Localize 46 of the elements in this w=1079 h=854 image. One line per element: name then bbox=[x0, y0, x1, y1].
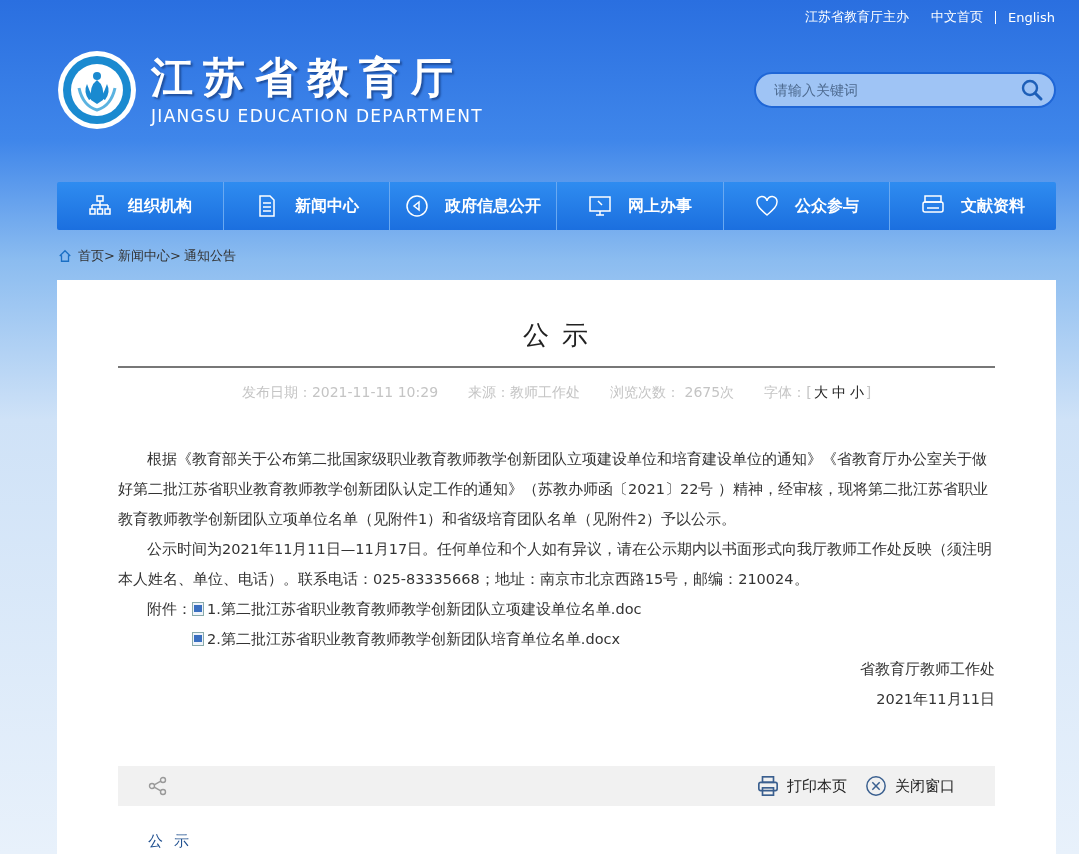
font-size-label: 字体： bbox=[764, 384, 807, 402]
bracket-text: [ bbox=[806, 384, 812, 402]
document-file-icon bbox=[192, 632, 204, 646]
printer-icon[interactable] bbox=[757, 775, 779, 797]
font-size-link[interactable]: 小 bbox=[847, 384, 866, 402]
nav-item[interactable]: 公众参与 bbox=[722, 182, 890, 230]
breadcrumb-link[interactable]: 通知公告 bbox=[183, 247, 236, 265]
close-icon[interactable] bbox=[865, 775, 887, 797]
heart-icon bbox=[754, 194, 779, 218]
body-paragraph: 公示时间为2021年11月11日—11月17日。任何单位和个人如有异议，请在公示期内以书面形式向我厅教师工作处反映（须注明本人姓名、单位、电话）。联系电话：025-83335668；地址：南京市北京西路15号，邮编：210024。 bbox=[118, 540, 994, 589]
attachment-label: 附件： bbox=[147, 600, 192, 619]
nav-item[interactable]: 网上办事 bbox=[556, 182, 723, 230]
signature-text: 省教育厅教师工作处 bbox=[859, 660, 995, 679]
english-link[interactable]: English bbox=[1008, 9, 1055, 25]
nav-item[interactable]: 政府信息公开 bbox=[389, 182, 556, 230]
org-chart-icon bbox=[87, 194, 112, 218]
search-field[interactable]: 请输入关键词 bbox=[772, 81, 1020, 99]
related-title: 公 示 bbox=[148, 832, 193, 851]
font-size-link[interactable]: 大 bbox=[811, 384, 830, 402]
signature-date: 2021年11月11日 bbox=[875, 690, 995, 709]
site-title: 江苏省教育厅 bbox=[151, 54, 464, 102]
print-link[interactable]: 打印本页 bbox=[787, 776, 847, 796]
search-icon[interactable] bbox=[1020, 78, 1044, 102]
close-window-link[interactable]: 关闭窗口 bbox=[895, 776, 955, 796]
emblem-logo-icon bbox=[57, 50, 137, 130]
view-count: 浏览次数： 2675次 bbox=[610, 384, 735, 402]
publish-date: 发布日期：2021-11-11 10:29 bbox=[241, 384, 439, 402]
sponsor-text: 江苏省教育厅主办 bbox=[805, 8, 910, 26]
document-file-icon bbox=[192, 602, 204, 616]
attachment-link[interactable]: 2.第二批江苏省职业教育教师教学创新团队培育单位名单.docx bbox=[207, 624, 621, 654]
home-link[interactable]: 中文首页 bbox=[931, 8, 984, 26]
nav-item[interactable]: 新闻中心 bbox=[222, 182, 390, 230]
home-icon bbox=[58, 249, 72, 263]
breadcrumb-link[interactable]: 首页> bbox=[78, 247, 115, 265]
breadcrumb-link[interactable]: 新闻中心> bbox=[117, 247, 181, 265]
monitor-icon bbox=[587, 194, 612, 218]
article-title: 公 示 bbox=[118, 280, 995, 368]
play-circle-icon bbox=[405, 194, 430, 218]
bracket-text: ] bbox=[865, 384, 872, 402]
attachment-link[interactable]: 1.第二批江苏省职业教育教师教学创新团队立项建设单位名单.doc bbox=[207, 594, 642, 624]
nav-item[interactable]: 文献资料 bbox=[889, 182, 1057, 230]
font-size-link[interactable]: 中 bbox=[829, 384, 848, 402]
search-bar[interactable]: 请输入关键词 bbox=[754, 72, 1056, 108]
body-paragraph: 根据《教育部关于公布第二批国家级职业教育教师教学创新团队立项建设单位和培育建设单位的通知》《省教育厅办公室关于做好第二批江苏省职业教育教师教学创新团队认定工作的通知》（苏教办师函〔2021〕22号 ）精神，经审核，现将第二批江苏省职业教育教师教学创新团队立项单位名单（见附件1）和省级培育团队名单（见附件2）予以公示。 bbox=[118, 450, 989, 529]
nav-item[interactable]: 组织机构 bbox=[57, 182, 223, 230]
site-subtitle: JIANGSU EDUCATION DEPARTMENT bbox=[151, 106, 484, 126]
